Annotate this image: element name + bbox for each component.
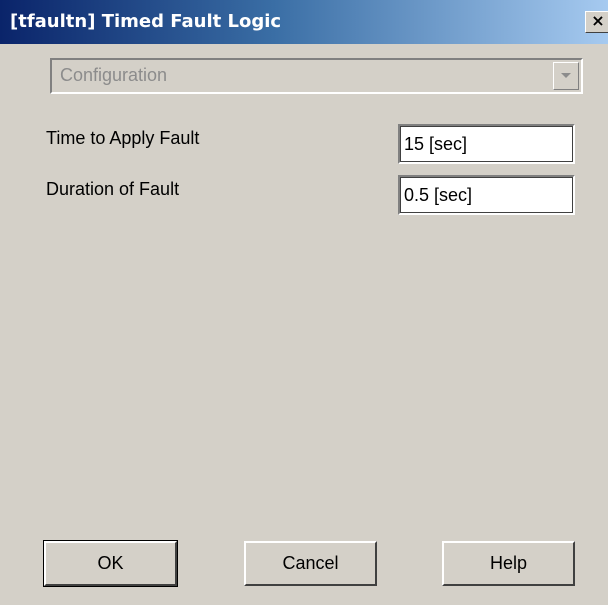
chevron-down-icon [561, 73, 571, 78]
title-bar[interactable]: [tfaultn] Timed Fault Logic × [0, 0, 608, 44]
dialog-window: [tfaultn] Timed Fault Logic × Configurat… [0, 0, 608, 605]
time-to-apply-fault-input[interactable] [398, 124, 575, 164]
duration-of-fault-label: Duration of Fault [46, 179, 180, 199]
cancel-button[interactable]: Cancel [244, 541, 377, 586]
close-icon: × [591, 11, 605, 30]
help-button[interactable]: Help [442, 541, 575, 586]
ok-button[interactable]: OK [43, 540, 178, 587]
configuration-dropdown[interactable]: Configuration [50, 58, 583, 94]
duration-of-fault-input[interactable] [398, 175, 575, 215]
time-to-apply-fault-label: Time to Apply Fault [46, 128, 200, 148]
dropdown-arrow-button[interactable] [553, 62, 579, 90]
configuration-dropdown-value: Configuration [60, 65, 168, 85]
window-title: [tfaultn] Timed Fault Logic [10, 11, 282, 32]
close-button[interactable]: × [585, 11, 608, 33]
